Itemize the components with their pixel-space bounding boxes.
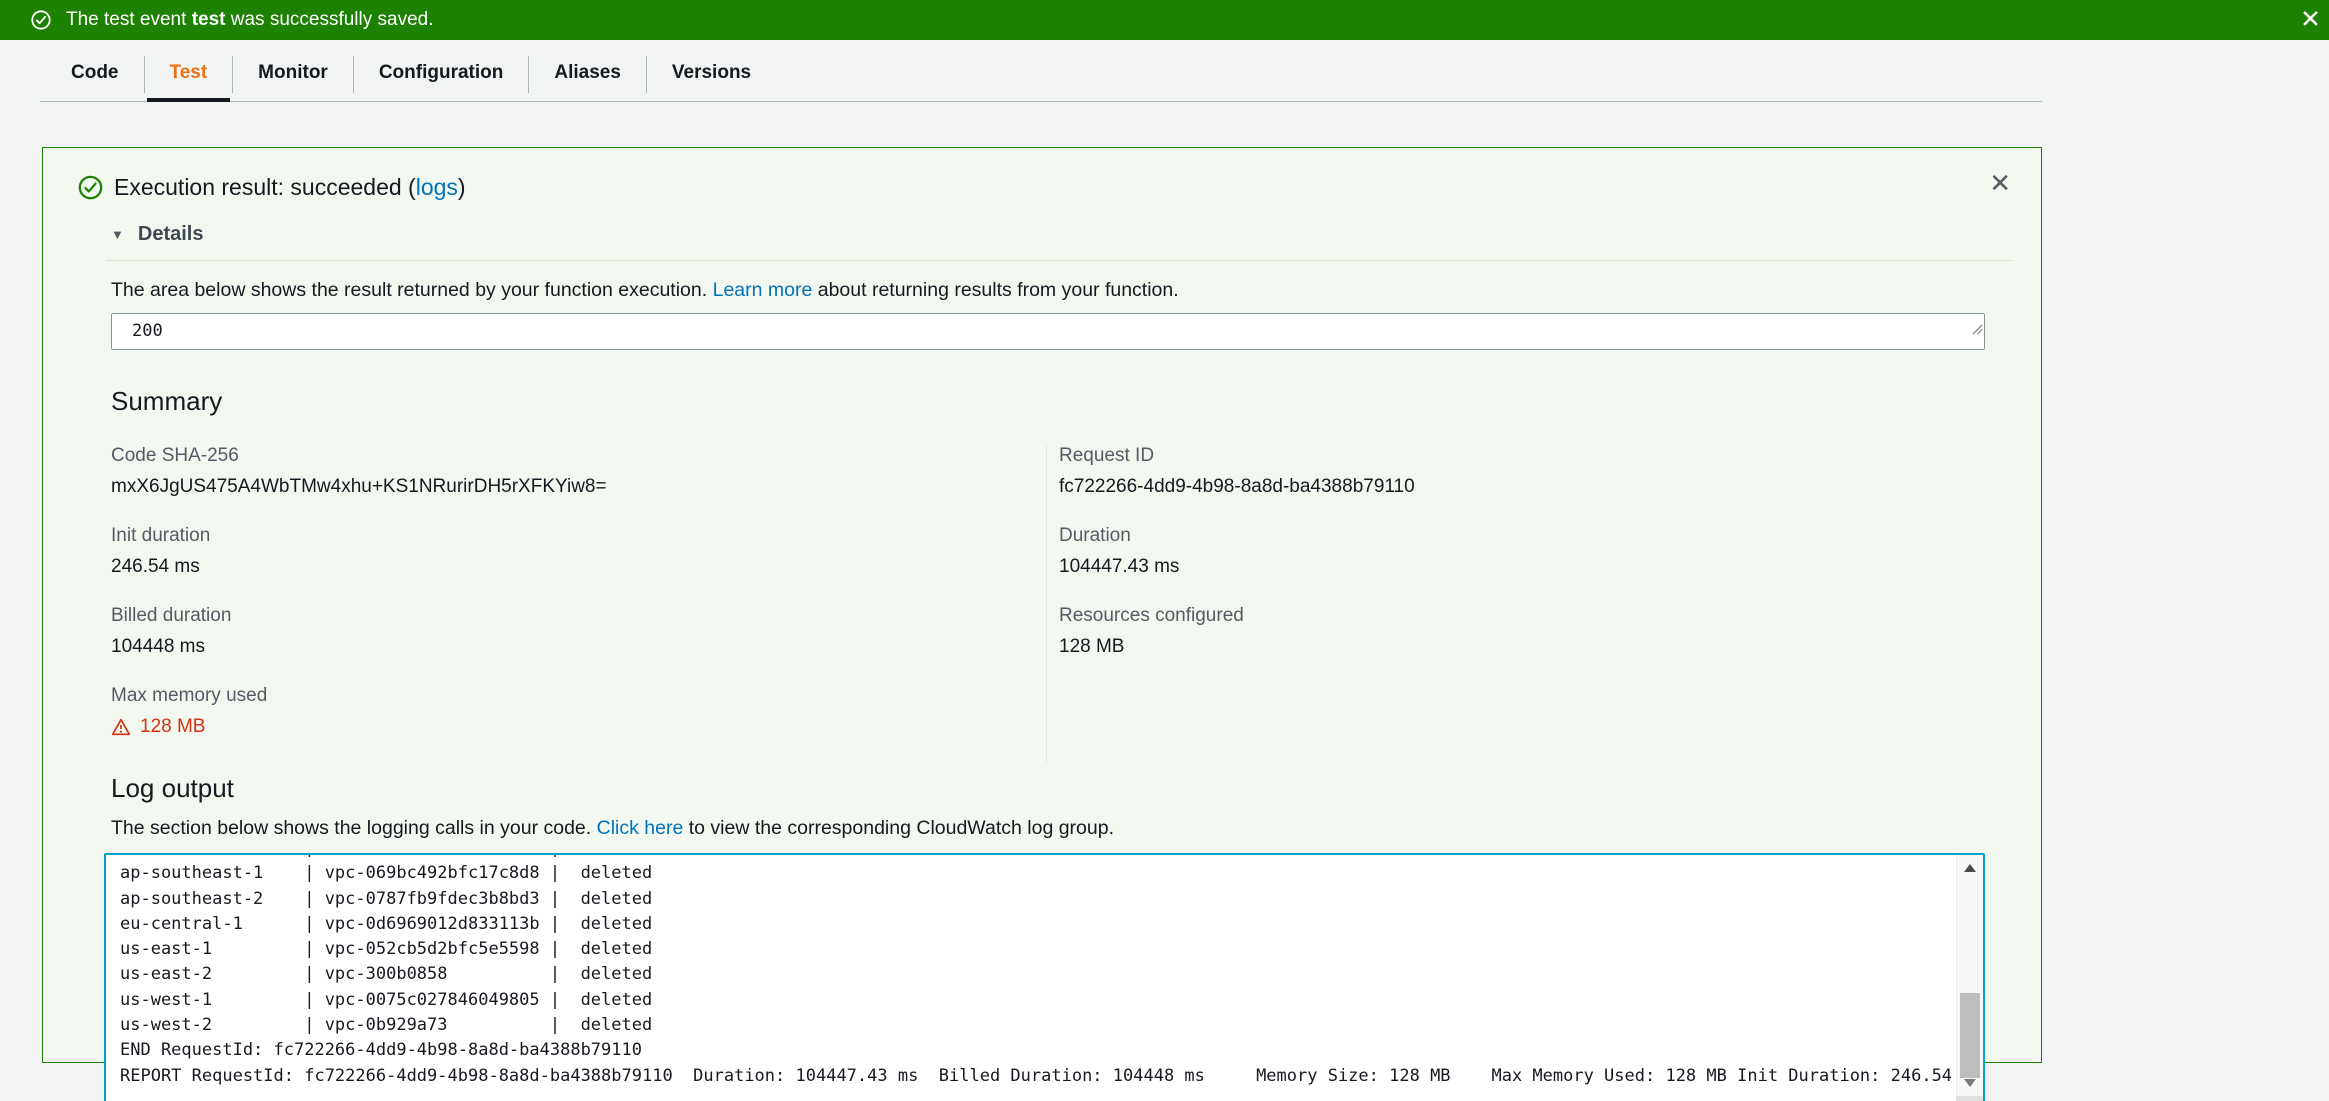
field-init-duration: Init duration 246.54 ms [111,525,1046,578]
log-output-heading: Log output [111,773,2041,804]
details-toggle[interactable]: ▼ Details [111,223,2041,246]
details-label: Details [138,223,204,246]
field-resources-configured: Resources configured 128 MB [1059,605,2041,658]
logs-link[interactable]: logs [416,174,458,200]
scrollbar-thumb[interactable] [1960,993,1980,1078]
tab-monitor[interactable]: Monitor [233,48,353,101]
warning-icon [111,717,131,737]
scroll-up-icon[interactable] [1957,857,1983,879]
success-status-icon [77,174,104,201]
event-name: test [192,9,226,30]
panel-title: Execution result: succeeded (logs) [114,174,466,201]
summary-heading: Summary [111,386,2041,417]
summary-grid: Code SHA-256 mxX6JgUS475A4WbTMw4xhu+KS1N… [111,445,2041,765]
divider [106,260,2013,261]
field-max-memory-used: Max memory used 128 MB [111,685,1046,738]
success-check-icon [30,9,52,31]
tab-versions[interactable]: Versions [647,48,776,101]
close-icon[interactable]: ✕ [2296,6,2325,35]
scroll-down-icon[interactable] [1957,1072,1983,1094]
log-output-box[interactable]: | | ap-southeast-1 | vpc-069bc492bfc17c8… [104,853,1985,1101]
close-icon[interactable]: ✕ [1989,170,2011,196]
field-code-sha256: Code SHA-256 mxX6JgUS475A4WbTMw4xhu+KS1N… [111,445,1046,498]
field-duration: Duration 104447.43 ms [1059,525,2041,578]
result-intro-text: The area below shows the result returned… [111,279,1981,302]
field-billed-duration: Billed duration 104448 ms [111,605,1046,658]
result-value-box[interactable]: 200 [111,313,1985,350]
field-request-id: Request ID fc722266-4dd9-4b98-8a8d-ba438… [1059,445,2041,498]
tab-test[interactable]: Test [145,48,233,101]
resize-grip-icon[interactable] [1971,313,1983,348]
success-banner: The test event test was successfully sav… [0,0,2329,40]
resize-grip-icon[interactable] [1956,1096,1983,1101]
result-value: 200 [132,321,163,341]
log-scrollbar[interactable] [1956,855,1983,1101]
click-here-link[interactable]: Click here [597,817,684,839]
caret-down-icon: ▼ [111,227,124,242]
tab-aliases[interactable]: Aliases [529,48,646,101]
log-text: | | ap-southeast-1 | vpc-069bc492bfc17c8… [120,855,1956,1089]
banner-message: The test event test was successfully sav… [66,9,434,31]
tab-code[interactable]: Code [46,48,144,101]
log-intro-text: The section below shows the logging call… [111,817,1981,840]
execution-result-panel: ✕ Execution result: succeeded (logs) ▼ D… [42,147,2042,1063]
learn-more-link[interactable]: Learn more [713,279,813,301]
tab-configuration[interactable]: Configuration [354,48,529,101]
function-tabs: Code Test Monitor Configuration Aliases … [40,48,2042,102]
